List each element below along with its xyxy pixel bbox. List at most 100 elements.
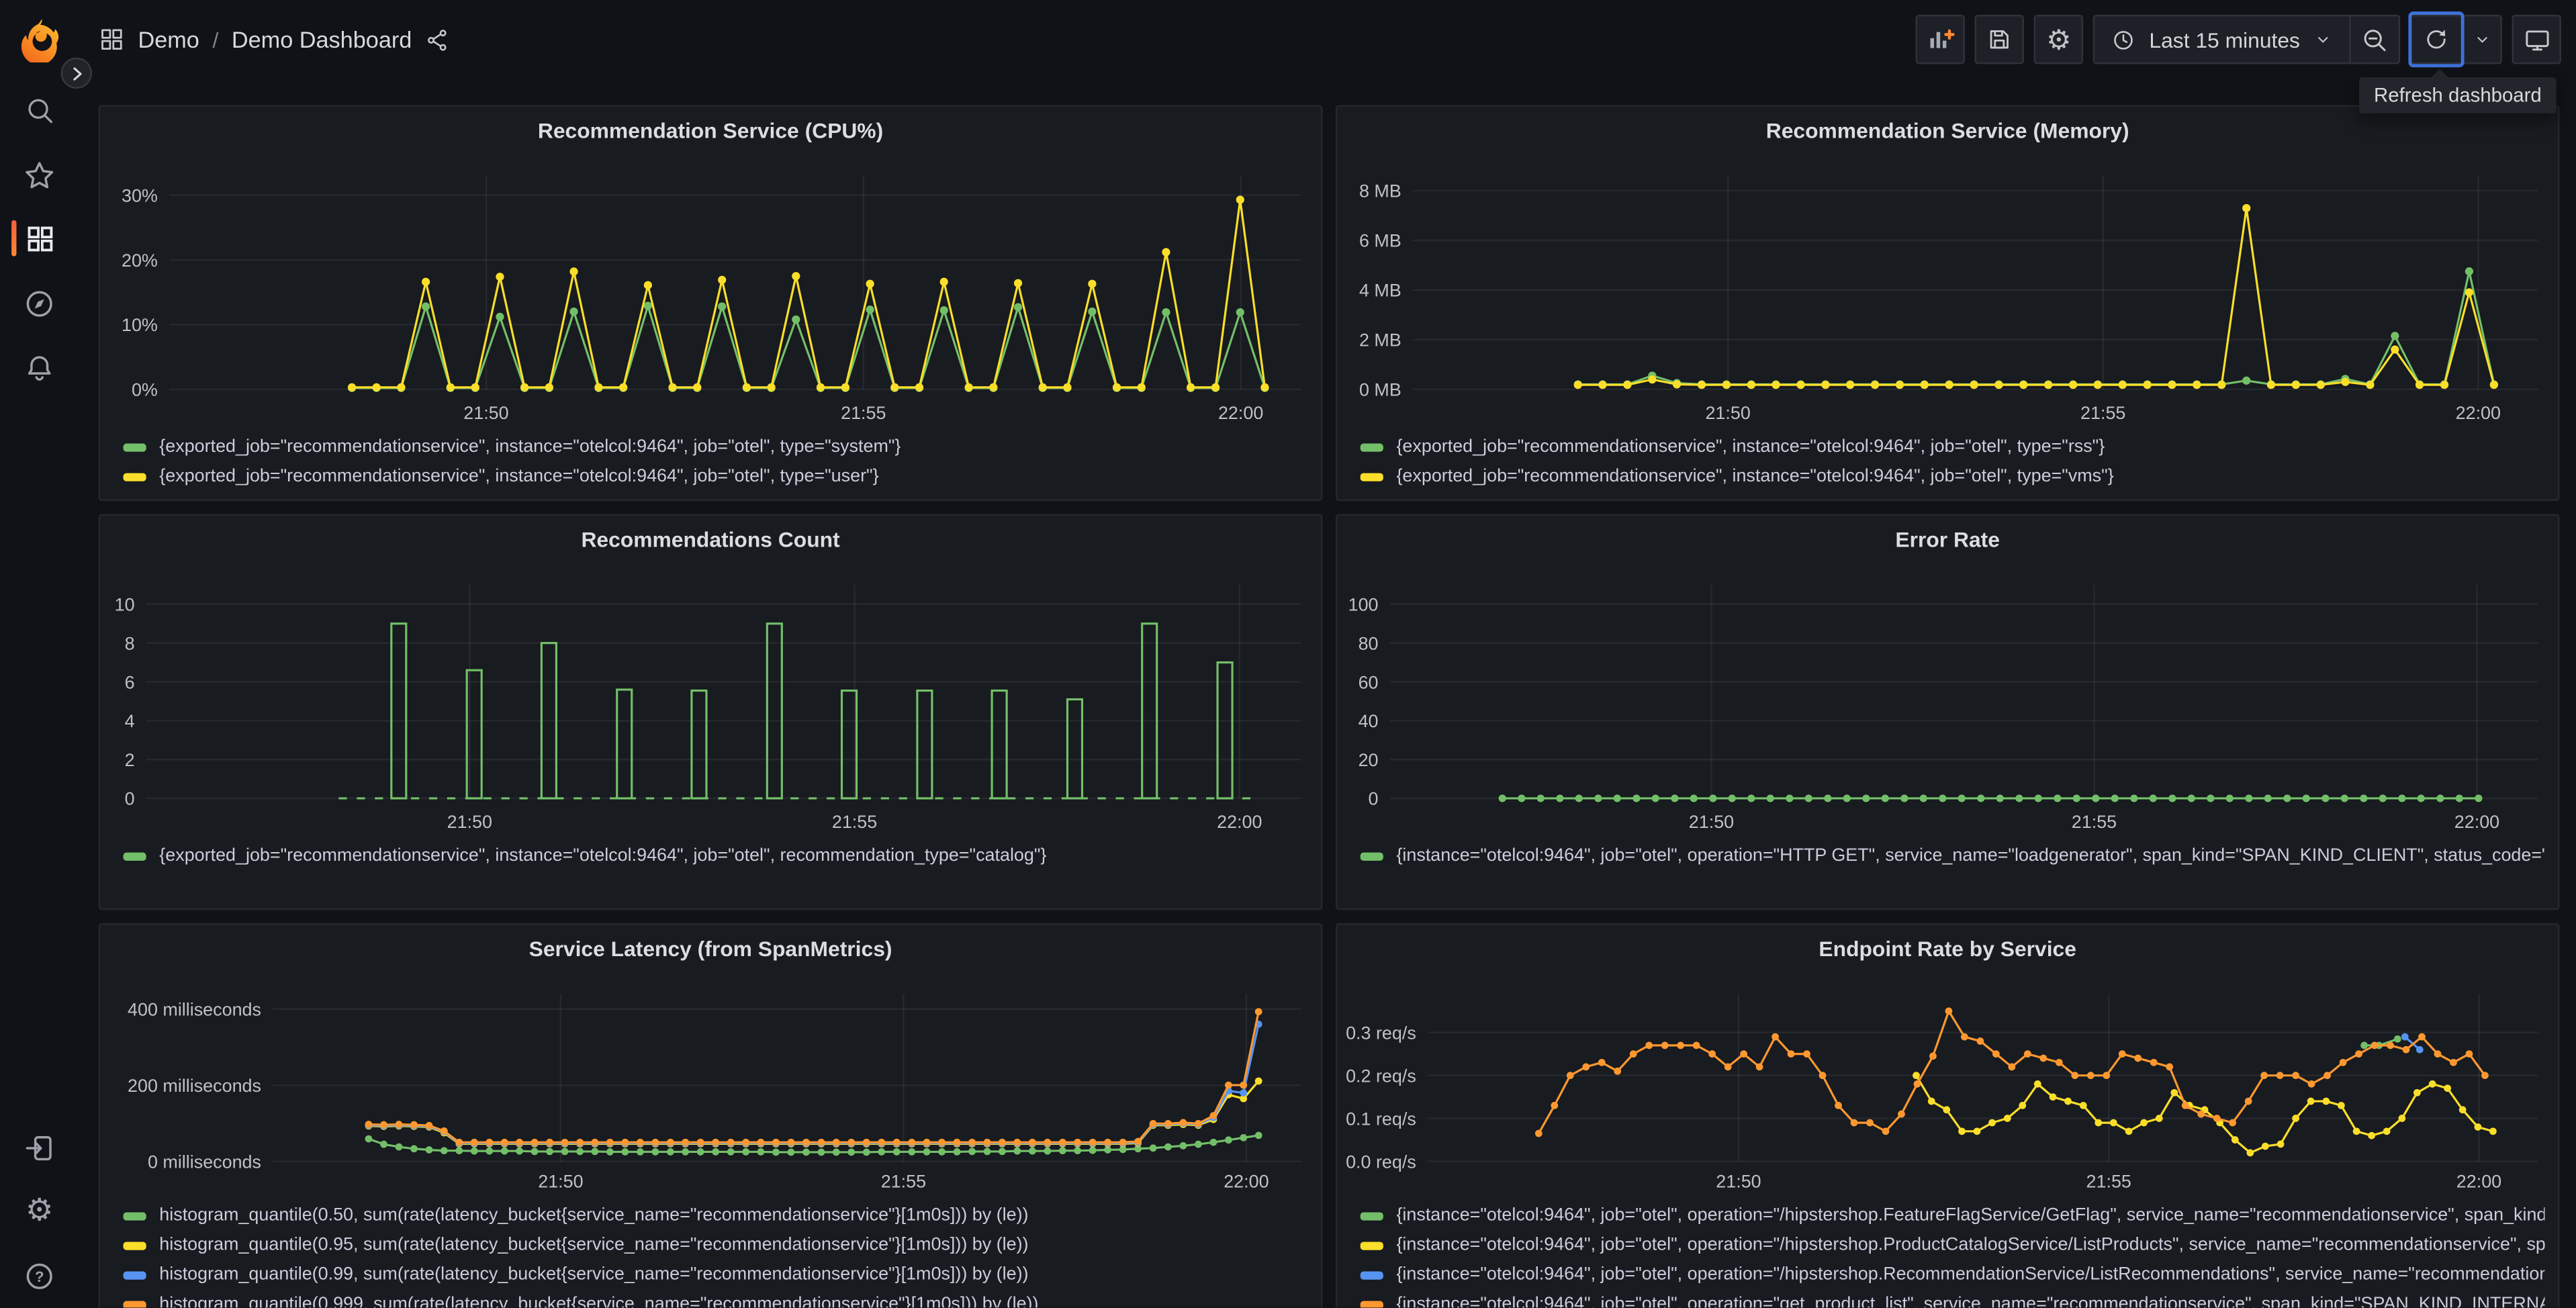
time-picker-group: Last 15 minutes [2093, 15, 2401, 64]
legend-item[interactable]: {instance="otelcol:9464", job="otel", op… [1360, 841, 2544, 871]
chart-legend: {exported_job="recommendationservice", i… [1337, 432, 2558, 491]
legend-item[interactable]: {exported_job="recommendationservice", i… [123, 461, 1307, 491]
save-icon [1990, 30, 2009, 49]
svg-text:22:00: 22:00 [1217, 812, 1262, 832]
panel-title[interactable]: Service Latency (from SpanMetrics) [100, 928, 1321, 971]
legend-label: {instance="otelcol:9464", job="otel", op… [1396, 1264, 2545, 1285]
legend-item[interactable]: {exported_job="recommendationservice", i… [1360, 432, 2545, 461]
svg-text:20: 20 [1359, 750, 1379, 770]
panel-title[interactable]: Endpoint Rate by Service [1337, 928, 2558, 971]
error-rate-chart[interactable]: 0 20 40 60 80 100 21:50 21:55 22:00 [1337, 562, 2558, 838]
dashboard-settings-button[interactable]: ⚙ [2034, 15, 2084, 64]
chart-legend: {exported_job="recommendationservice", i… [100, 841, 1321, 871]
svg-text:21:50: 21:50 [1716, 1172, 1761, 1192]
alerting-bell-icon [28, 355, 51, 380]
endpoint-rate-chart[interactable]: 0.0 req/s 0.1 req/s 0.2 req/s 0.3 req/s 21:5… [1337, 971, 2558, 1198]
legend-label: {exported_job="recommendationservice", i… [159, 845, 1047, 866]
time-range-button[interactable]: Last 15 minutes [2095, 16, 2350, 62]
svg-text:21:55: 21:55 [2072, 812, 2117, 832]
legend-item[interactable]: histogram_quantile(0.50, sum(rate(latenc… [123, 1201, 1307, 1230]
svg-text:4 MB: 4 MB [1359, 281, 1401, 301]
legend-swatch [1360, 1211, 1383, 1220]
help-icon: ? [26, 1262, 52, 1289]
legend-item[interactable]: {instance="otelcol:9464", job="otel", op… [1360, 1289, 2544, 1308]
legend-label: {exported_job="recommendationservice", i… [1396, 466, 2114, 487]
legend-swatch [123, 1241, 146, 1250]
legend-item[interactable]: histogram_quantile(0.999, sum(rate(laten… [123, 1289, 1307, 1308]
chart-legend: {exported_job="recommendationservice", i… [100, 432, 1321, 491]
sidebar-item-sign-in[interactable] [0, 1115, 79, 1179]
sidebar-item-alerting[interactable] [0, 335, 79, 399]
legend-label: {instance="otelcol:9464", job="otel", op… [1396, 1205, 2544, 1226]
svg-text:22:00: 22:00 [1218, 403, 1263, 423]
sidebar-item-settings[interactable]: ⚙ [0, 1180, 79, 1244]
svg-text:21:55: 21:55 [841, 403, 886, 423]
dashboard-toolbar: ⚙ Last 15 minutes [1916, 11, 2561, 68]
service-latency-chart[interactable]: 0 milliseconds 200 milliseconds 400 millis… [100, 971, 1321, 1198]
panel-title[interactable]: Recommendation Service (Memory) [1337, 110, 2558, 153]
legend-swatch [123, 1270, 146, 1279]
svg-text:0.0 req/s: 0.0 req/s [1346, 1152, 1416, 1172]
panel-service-latency: Service Latency (from SpanMetrics) 0 mil… [98, 923, 1323, 1308]
svg-text:100: 100 [1348, 595, 1379, 615]
recommendations-count-chart[interactable]: 0 2 4 6 8 10 21:50 21:55 22:00 [100, 562, 1321, 838]
panel-title[interactable]: Recommendation Service (CPU%) [100, 110, 1321, 153]
panel-title[interactable]: Recommendations Count [100, 519, 1321, 562]
svg-text:21:50: 21:50 [538, 1172, 583, 1192]
svg-text:0.2 req/s: 0.2 req/s [1346, 1066, 1416, 1086]
legend-swatch [1360, 1241, 1383, 1250]
svg-text:22:00: 22:00 [2454, 812, 2499, 832]
share-dashboard-button[interactable] [425, 27, 450, 52]
panel-title[interactable]: Error Rate [1337, 519, 2558, 562]
panel-error-rate: Error Rate 0 20 40 60 80 100 21:50 21:55 22:00 {… [1335, 514, 2560, 910]
legend-swatch [123, 1211, 146, 1220]
legend-item[interactable]: histogram_quantile(0.99, sum(rate(latenc… [123, 1260, 1307, 1289]
svg-text:0.3 req/s: 0.3 req/s [1346, 1023, 1416, 1043]
legend-swatch [123, 472, 146, 481]
legend-item[interactable]: {instance="otelcol:9464", job="otel", op… [1360, 1260, 2545, 1289]
sidebar-item-explore[interactable] [0, 271, 79, 335]
sidebar-item-help[interactable]: ? [0, 1244, 79, 1307]
clock-icon [2114, 30, 2133, 49]
legend-item[interactable]: histogram_quantile(0.95, sum(rate(latenc… [123, 1230, 1307, 1260]
legend-label: {exported_job="recommendationservice", i… [159, 466, 879, 487]
breadcrumb-section[interactable]: Demo [138, 26, 199, 52]
legend-swatch [1360, 851, 1383, 860]
refresh-interval-button[interactable] [2460, 16, 2501, 62]
legend-swatch [1360, 442, 1383, 451]
svg-text:22:00: 22:00 [1224, 1172, 1269, 1192]
legend-label: histogram_quantile(0.999, sum(rate(laten… [159, 1294, 1039, 1308]
panel-recommendations-count: Recommendations Count 0 2 4 6 8 10 21:50 21:55 2… [98, 514, 1323, 910]
search-icon [28, 99, 52, 124]
expand-sidebar-button[interactable] [60, 57, 92, 89]
refresh-button[interactable] [2408, 11, 2465, 68]
svg-text:22:00: 22:00 [2456, 403, 2501, 423]
kiosk-mode-button[interactable] [2512, 15, 2561, 64]
chevron-down-icon [2318, 37, 2328, 43]
breadcrumb-current[interactable]: Demo Dashboard [232, 26, 412, 52]
svg-text:21:55: 21:55 [881, 1172, 926, 1192]
legend-item[interactable]: {exported_job="recommendationservice", i… [123, 841, 1307, 871]
zoom-out-icon [2364, 29, 2386, 50]
explore-compass-icon [26, 290, 52, 316]
sidebar-item-search[interactable] [0, 79, 79, 142]
refresh-icon [2427, 30, 2446, 49]
svg-text:21:50: 21:50 [1689, 812, 1734, 832]
memory-chart[interactable]: 0 MB 2 MB 4 MB 6 MB 8 MB 21:50 21:55 22:00 [1337, 153, 2558, 429]
legend-item[interactable]: {exported_job="recommendationservice", i… [1360, 461, 2545, 491]
grafana-logo[interactable] [16, 16, 62, 62]
svg-text:21:50: 21:50 [447, 812, 492, 832]
svg-text:10%: 10% [122, 315, 158, 335]
legend-item[interactable]: {exported_job="recommendationservice", i… [123, 432, 1307, 461]
plus-icon [1944, 29, 1956, 40]
sidebar-item-starred[interactable] [0, 143, 79, 207]
chart-legend: {instance="otelcol:9464", job="otel", op… [1337, 1201, 2558, 1308]
zoom-out-button[interactable] [2349, 16, 2398, 62]
legend-item[interactable]: {instance="otelcol:9464", job="otel", op… [1360, 1230, 2544, 1260]
add-panel-button[interactable] [1916, 15, 1966, 64]
sidebar-item-dashboards[interactable] [0, 207, 79, 271]
svg-text:6 MB: 6 MB [1359, 231, 1401, 251]
cpu-chart[interactable]: 0% 10% 20% 30% 21:50 21:55 22:00 [100, 153, 1321, 429]
legend-item[interactable]: {instance="otelcol:9464", job="otel", op… [1360, 1201, 2544, 1230]
save-dashboard-button[interactable] [1975, 15, 2025, 64]
